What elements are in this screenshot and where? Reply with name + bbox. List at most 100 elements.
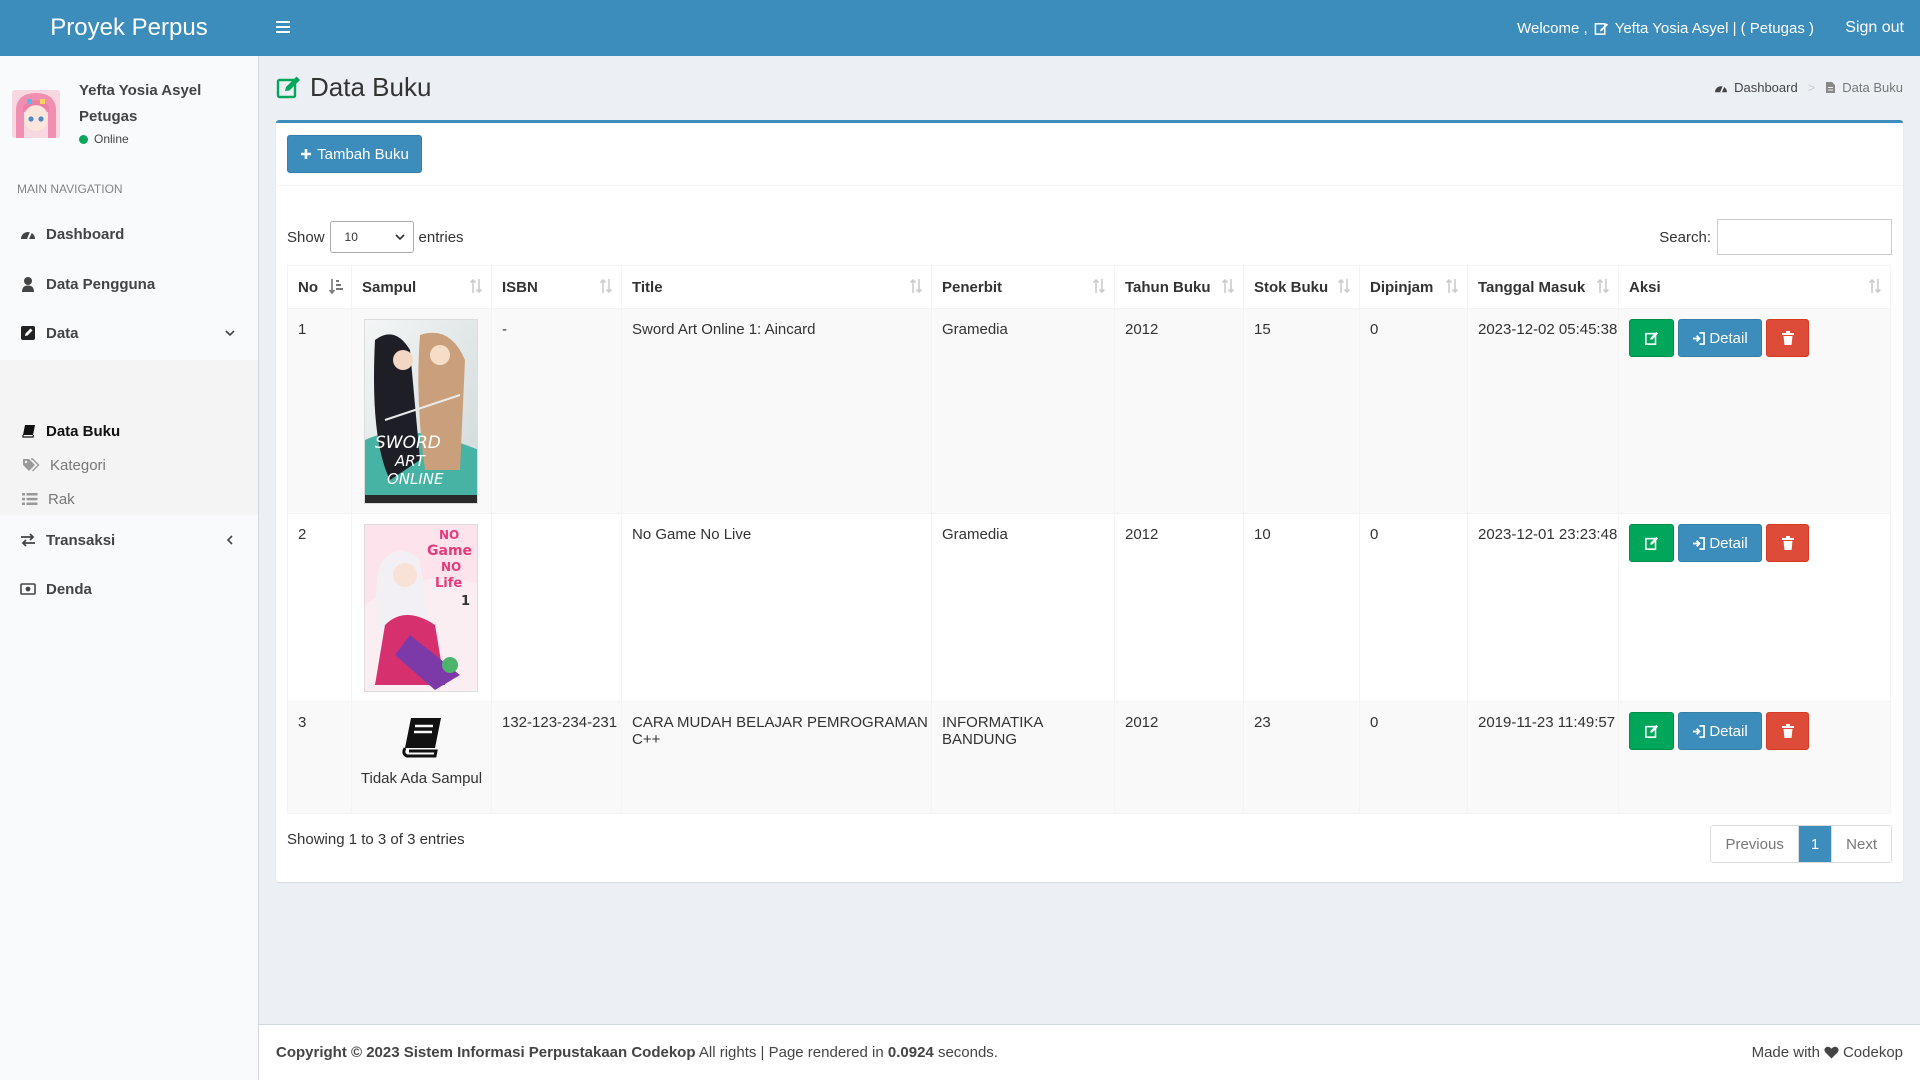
sidebar-subitem-kategori[interactable]: Kategori bbox=[0, 450, 258, 480]
column-header-label: Tanggal Masuk bbox=[1478, 278, 1586, 296]
table-row: 3 Tidak Ada Sampul 132-123-234-231 CARA … bbox=[287, 701, 1891, 814]
entries-select[interactable]: 10 bbox=[329, 221, 414, 253]
column-header-no[interactable]: No bbox=[287, 265, 352, 309]
detail-button[interactable]: Detail bbox=[1678, 319, 1762, 357]
edit-icon bbox=[1644, 331, 1659, 345]
edit-button[interactable] bbox=[1629, 712, 1674, 750]
pagination-next[interactable]: Next bbox=[1832, 826, 1891, 862]
column-header-stok-buku[interactable]: Stok Buku bbox=[1243, 265, 1360, 309]
pagination: Previous 1 Next bbox=[1710, 825, 1892, 863]
book-icon bbox=[352, 714, 491, 760]
footer-credit: Made with Codekop bbox=[1752, 1044, 1903, 1061]
column-header-sampul[interactable]: Sampul bbox=[351, 265, 492, 309]
sort-both-icon bbox=[469, 278, 483, 294]
pagination-previous[interactable]: Previous bbox=[1711, 826, 1798, 862]
table-header-row: No Sampul ISBN Title Penerbit Tahun Buku… bbox=[287, 265, 1891, 309]
add-book-label: Tambah Buku bbox=[317, 145, 409, 163]
cell-tahun: 2012 bbox=[1114, 513, 1244, 702]
sidebar-item-dashboard[interactable]: Dashboard bbox=[0, 210, 258, 258]
sort-both-icon bbox=[1596, 278, 1610, 294]
cell-title: Sword Art Online 1: Aincard bbox=[621, 308, 932, 514]
trash-icon bbox=[1781, 536, 1794, 550]
action-buttons: Detail bbox=[1629, 319, 1890, 357]
cell-isbn bbox=[491, 513, 622, 702]
dashboard-icon bbox=[1714, 82, 1728, 94]
breadcrumb-dashboard[interactable]: Dashboard bbox=[1734, 80, 1798, 95]
sidebar-subitem-data-buku[interactable]: Data Buku bbox=[0, 416, 258, 446]
app-logo[interactable]: Proyek Perpus bbox=[0, 0, 258, 56]
online-dot-icon bbox=[79, 134, 88, 144]
delete-button[interactable] bbox=[1766, 712, 1809, 750]
breadcrumb: Dashboard > Data Buku bbox=[1714, 80, 1903, 95]
detail-button[interactable]: Detail bbox=[1678, 712, 1762, 750]
tags-icon bbox=[22, 458, 40, 472]
column-header-tahun-buku[interactable]: Tahun Buku bbox=[1114, 265, 1244, 309]
column-header-label: Sampul bbox=[362, 278, 417, 296]
footer-copyright: Copyright © 2023 Sistem Informasi Perpus… bbox=[276, 1044, 998, 1061]
sidebar-item-transaksi[interactable]: Transaksi bbox=[0, 516, 258, 564]
detail-label: Detail bbox=[1709, 534, 1748, 552]
book-icon bbox=[22, 424, 36, 438]
edit-button[interactable] bbox=[1629, 524, 1674, 562]
menu-toggle-icon[interactable] bbox=[274, 18, 294, 38]
entries-label: entries bbox=[418, 228, 464, 246]
sidebar-item-data[interactable]: Data bbox=[0, 309, 258, 357]
entries-length-control: Show 10 entries bbox=[287, 221, 464, 253]
cell-tahun: 2012 bbox=[1114, 308, 1244, 514]
status-indicator: Online bbox=[79, 132, 129, 146]
search-input[interactable] bbox=[1717, 219, 1892, 255]
trash-icon bbox=[1781, 331, 1794, 345]
data-buku-box: Tambah Buku Show 10 entries Search: No S… bbox=[276, 120, 1903, 882]
pagination-page-1[interactable]: 1 bbox=[1797, 826, 1833, 862]
footer: Copyright © 2023 Sistem Informasi Perpus… bbox=[259, 1024, 1920, 1080]
cell-dipinjam: 0 bbox=[1359, 701, 1468, 814]
show-label: Show bbox=[287, 228, 325, 246]
welcome-message: Welcome , Yefta Yosia Asyel | ( Petugas … bbox=[1517, 0, 1814, 56]
search-label: Search: bbox=[1659, 228, 1711, 246]
footer-seconds: seconds. bbox=[937, 1044, 998, 1061]
heart-icon bbox=[1824, 1046, 1839, 1059]
sidebar-item-label: Data bbox=[46, 324, 79, 342]
sidebar-subitem-label: Kategori bbox=[50, 456, 106, 474]
sidebar-item-denda[interactable]: Denda bbox=[0, 565, 258, 613]
edit-icon bbox=[1644, 724, 1659, 738]
sidebar-subitem-label: Data Buku bbox=[46, 422, 121, 440]
add-book-button[interactable]: Tambah Buku bbox=[287, 135, 422, 173]
sidebar-item-data-pengguna[interactable]: Data Pengguna bbox=[0, 260, 258, 308]
column-header-isbn[interactable]: ISBN bbox=[491, 265, 622, 309]
cell-tanggal: 2023-12-01 23:23:48 bbox=[1467, 513, 1619, 702]
sign-out-link[interactable]: Sign out bbox=[1845, 0, 1904, 56]
delete-button[interactable] bbox=[1766, 319, 1809, 357]
sort-both-icon bbox=[1868, 278, 1882, 294]
column-header-aksi[interactable]: Aksi bbox=[1618, 265, 1891, 309]
trash-icon bbox=[1781, 724, 1794, 738]
sidebar-subitem-rak[interactable]: Rak bbox=[0, 484, 258, 514]
cell-aksi: Detail bbox=[1618, 308, 1891, 514]
column-header-label: Dipinjam bbox=[1370, 278, 1434, 296]
welcome-label: Welcome , bbox=[1517, 19, 1588, 37]
edit-button[interactable] bbox=[1629, 319, 1674, 357]
sidebar-item-label: Denda bbox=[46, 580, 92, 598]
action-buttons: Detail bbox=[1629, 524, 1890, 562]
books-table: No Sampul ISBN Title Penerbit Tahun Buku… bbox=[287, 265, 1891, 814]
column-header-title[interactable]: Title bbox=[621, 265, 932, 309]
cell-title: CARA MUDAH BELAJAR PEMROGRAMAN C++ bbox=[621, 701, 932, 814]
cell-isbn: 132-123-234-231 bbox=[491, 701, 622, 814]
delete-button[interactable] bbox=[1766, 524, 1809, 562]
detail-button[interactable]: Detail bbox=[1678, 524, 1762, 562]
cell-sampul: SWORD ART ONLINE bbox=[351, 308, 492, 514]
column-header-tanggal-masuk[interactable]: Tanggal Masuk bbox=[1467, 265, 1619, 309]
book-cover-image: NO Game NO Life 1 bbox=[364, 524, 478, 692]
edit-icon bbox=[1644, 536, 1659, 550]
column-header-dipinjam[interactable]: Dipinjam bbox=[1359, 265, 1468, 309]
cell-no: 1 bbox=[287, 308, 352, 514]
box-divider bbox=[276, 185, 1903, 186]
no-cover-label: Tidak Ada Sampul bbox=[360, 770, 483, 787]
sort-both-icon bbox=[1445, 278, 1459, 294]
sidebar-item-label: Dashboard bbox=[46, 225, 125, 243]
column-header-penerbit[interactable]: Penerbit bbox=[931, 265, 1115, 309]
table-info: Showing 1 to 3 of 3 entries bbox=[287, 831, 465, 848]
sort-both-icon bbox=[1221, 278, 1235, 294]
sort-both-icon bbox=[1092, 278, 1106, 294]
sidebar-user-name: Yefta Yosia Asyel bbox=[79, 82, 202, 99]
